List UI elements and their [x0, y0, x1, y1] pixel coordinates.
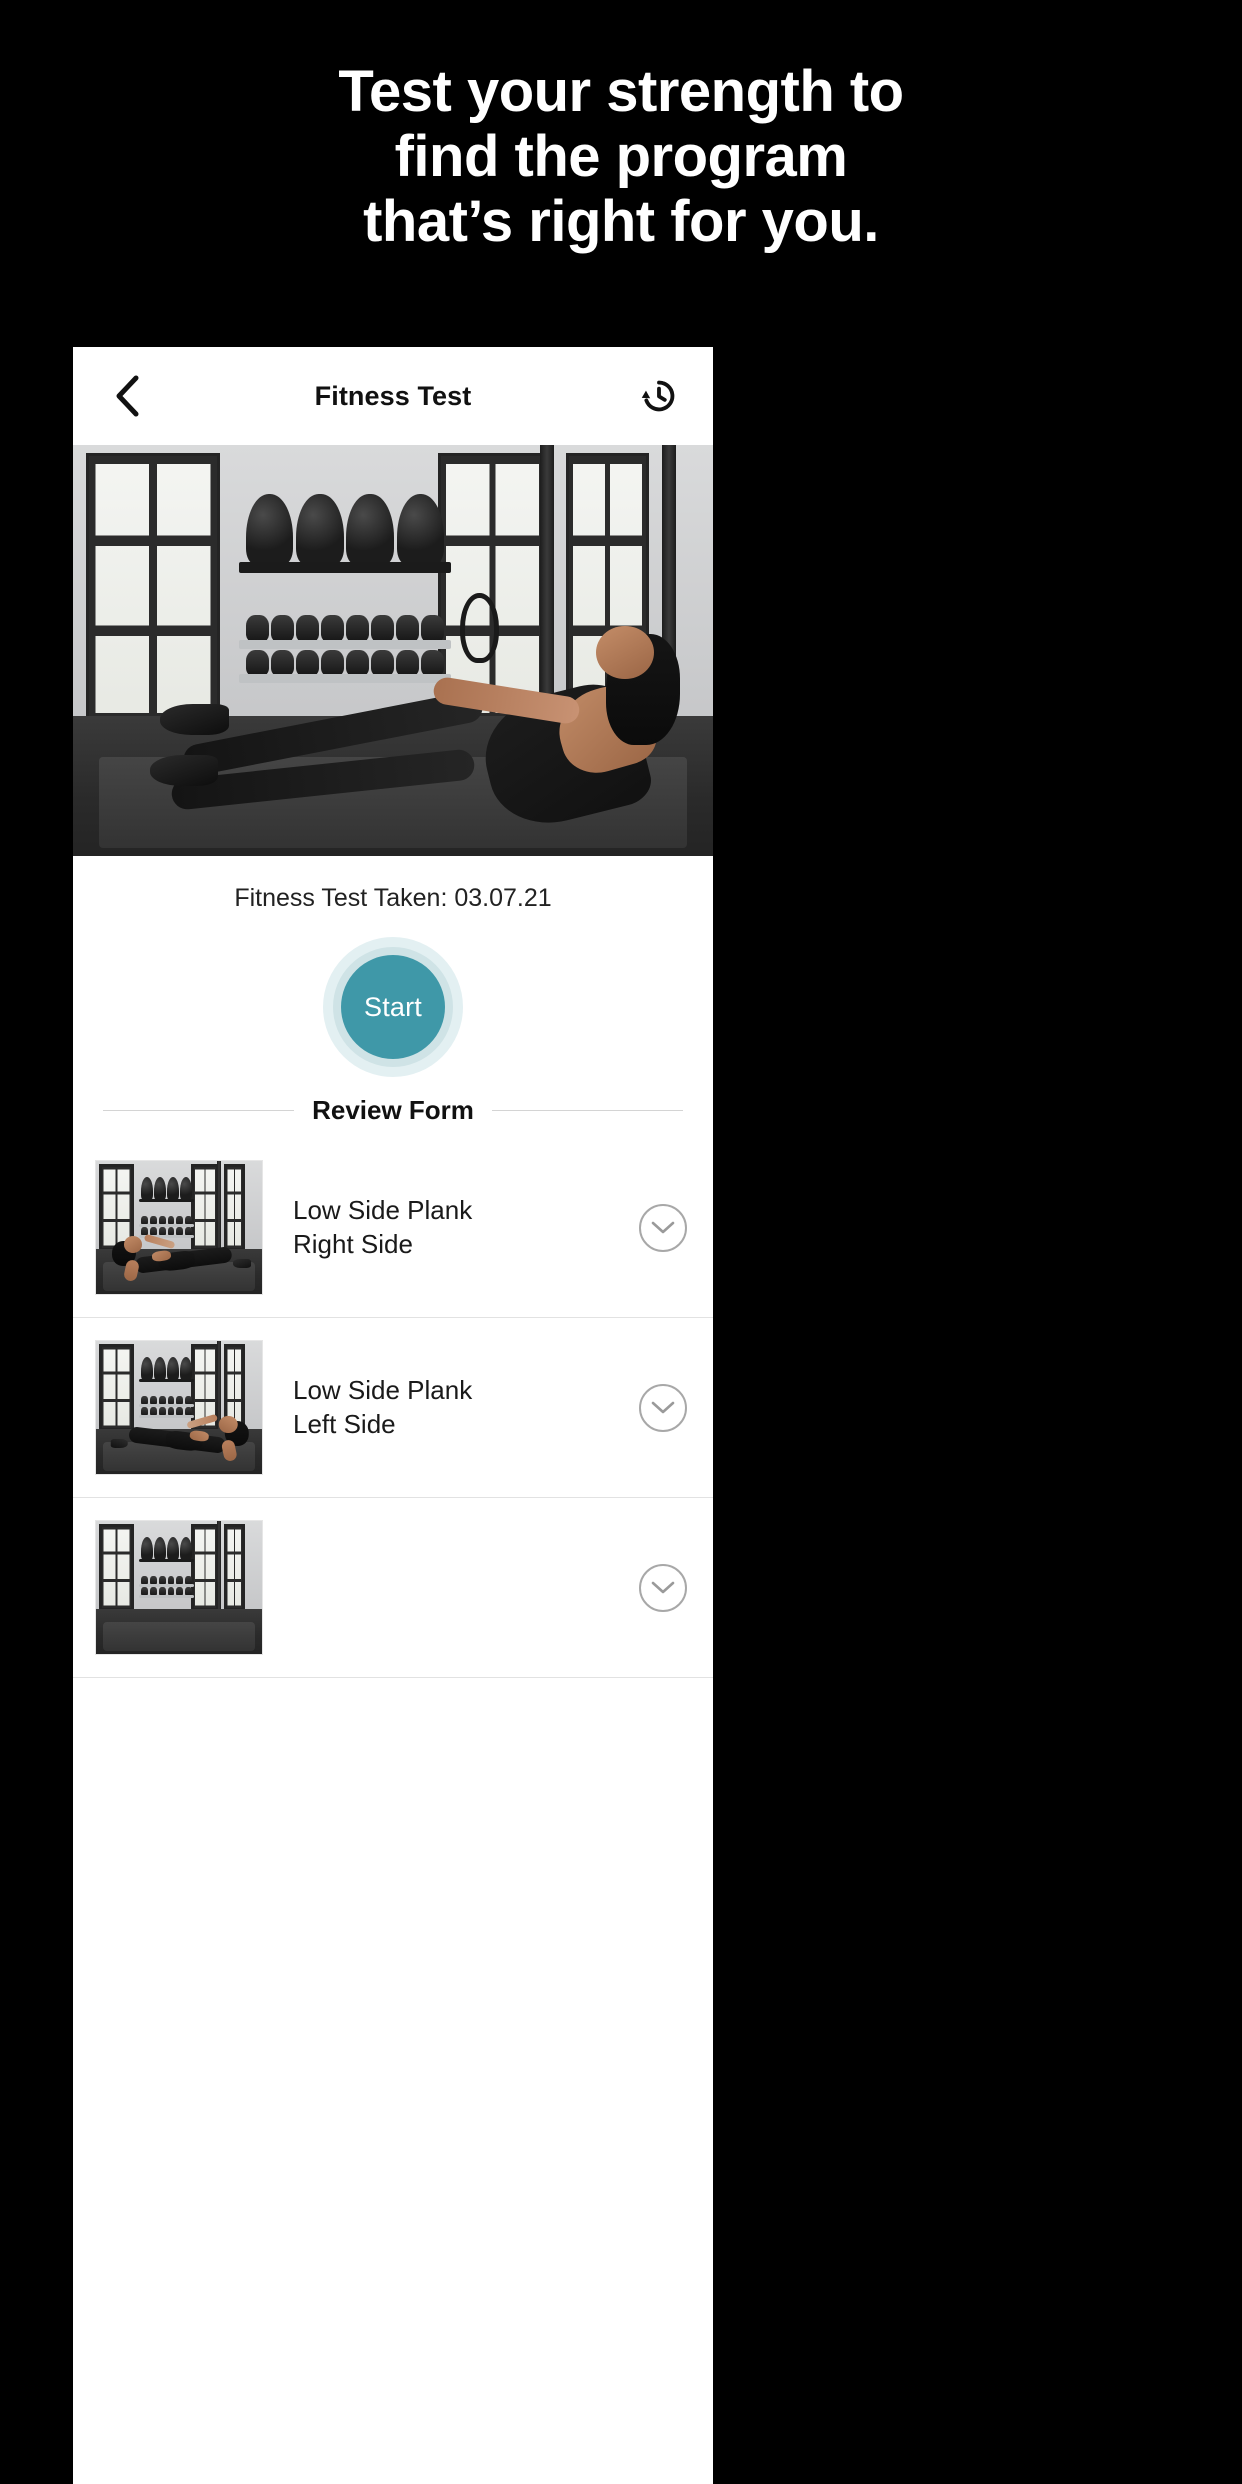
- headline-line-1: Test your strength to: [338, 59, 904, 124]
- chevron-left-icon: [116, 375, 139, 417]
- history-clock-icon: [641, 380, 675, 412]
- athlete-figure: [149, 625, 680, 837]
- exercise-name: Low Side Plank Right Side: [263, 1194, 639, 1261]
- list-item[interactable]: Low Side Plank Right Side: [73, 1138, 713, 1318]
- expand-button[interactable]: [639, 1563, 687, 1612]
- chevron-down-icon: [651, 1581, 675, 1593]
- gym-scene: [73, 445, 713, 856]
- review-form-label: Review Form: [312, 1095, 474, 1125]
- divider-rule-right: [491, 1110, 684, 1111]
- headline-line-3: that’s right for you.: [363, 188, 879, 254]
- hero-image: [73, 445, 713, 856]
- list-item[interactable]: Low Side Plank Left Side: [73, 1318, 713, 1498]
- chevron-down-icon: [651, 1401, 675, 1413]
- athlete-figure: [109, 1225, 252, 1286]
- start-button-ring: Start: [333, 947, 453, 1067]
- exercise-thumbnail: [95, 1340, 263, 1475]
- page-title: Fitness Test: [314, 380, 472, 411]
- history-button[interactable]: [633, 370, 685, 422]
- promo-headline: Test your strength to find the program t…: [0, 59, 1242, 255]
- headline-line-2: find the program: [394, 123, 848, 189]
- exercise-name-line-2: Right Side: [293, 1228, 413, 1259]
- back-button[interactable]: [101, 370, 153, 422]
- exercise-list: Low Side Plank Right Side Low Side Plank…: [73, 1138, 713, 1678]
- list-item[interactable]: [73, 1498, 713, 1678]
- chevron-down-icon: [651, 1221, 675, 1233]
- exercise-thumbnail: [95, 1160, 263, 1295]
- start-button-label: Start: [341, 955, 445, 1059]
- test-taken-date: Fitness Test Taken: 03.07.21: [234, 884, 552, 912]
- divider-rule-left: [103, 1110, 295, 1111]
- athlete-figure: [109, 1405, 252, 1466]
- exercise-name-line-1: Low Side Plank: [293, 1195, 473, 1226]
- app-screenshot-card: Fitness Test Fitness Test Taken: 03.07.2…: [73, 347, 713, 2484]
- expand-button[interactable]: [639, 1383, 687, 1432]
- exercise-name-line-2: Left Side: [293, 1408, 396, 1439]
- exercise-name-line-1: Low Side Plank: [293, 1375, 473, 1406]
- app-header: Fitness Test: [73, 347, 713, 445]
- review-form-divider: Review Form: [73, 1095, 713, 1126]
- expand-button[interactable]: [639, 1203, 687, 1252]
- start-button[interactable]: Start: [323, 937, 463, 1077]
- start-button-wrap: Start: [73, 913, 713, 1095]
- exercise-name: Low Side Plank Left Side: [263, 1374, 639, 1441]
- exercise-thumbnail: [95, 1520, 263, 1655]
